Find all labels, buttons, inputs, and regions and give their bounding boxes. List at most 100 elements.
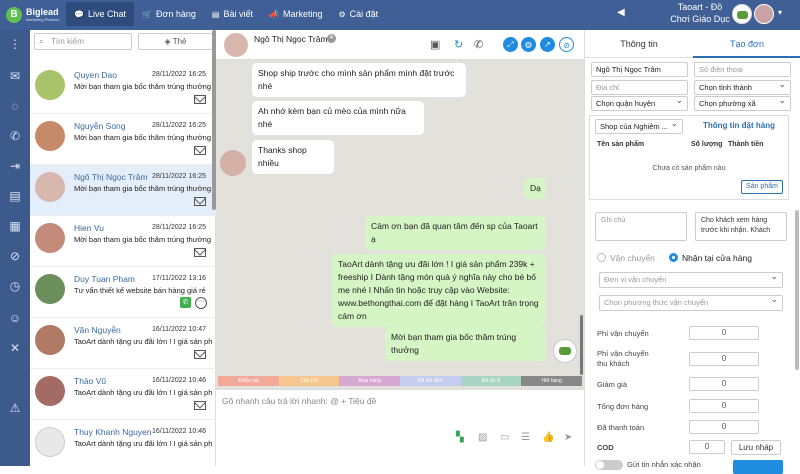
tab-create-order[interactable]: Tạo đơn xyxy=(693,30,800,58)
close-icon[interactable]: ✕ xyxy=(327,34,336,43)
quick-reply-icon[interactable]: ☰ xyxy=(521,432,530,443)
eye-off-icon[interactable]: ⊘ xyxy=(7,248,23,264)
nav-posts[interactable]: ▤ Bài viết xyxy=(204,2,261,26)
note-input[interactable]: Ghi chú xyxy=(595,212,687,241)
chat-contact-name: Ngô Thị Ngọc Trâm xyxy=(254,34,328,44)
clock-icon[interactable]: ◷ xyxy=(7,278,23,294)
list-icon[interactable]: ▤ xyxy=(7,188,23,204)
district-select[interactable]: Chọn quận huyện xyxy=(591,96,688,111)
more-vertical-icon[interactable]: ⋮ xyxy=(7,36,23,52)
customer-fee-input[interactable]: 0 xyxy=(689,352,759,366)
paid-input[interactable]: 0 xyxy=(689,420,759,434)
order-scrollbar[interactable] xyxy=(795,210,799,370)
message-out: Mời bạn tham gia bốc thăm trúng thưởng xyxy=(385,327,546,361)
address-field[interactable]: Địa chỉ xyxy=(591,80,688,95)
conversation-item[interactable]: Nguyễn Song 28/11/2022 16:25 Mời bạn tha… xyxy=(30,114,216,165)
customer-note-input[interactable]: Cho khách xem hàng trước khi nhận. Khách xyxy=(695,212,787,241)
ward-select[interactable]: Chọn phường xã xyxy=(694,96,791,111)
nav-live-chat[interactable]: 💬 Live Chat xyxy=(66,2,134,26)
nav-orders[interactable]: 🛒 Đơn hàng xyxy=(134,2,204,26)
tag-purchase[interactable]: Mua hàng xyxy=(339,376,401,386)
exit-icon[interactable]: ⇥ xyxy=(7,158,23,174)
search-input[interactable]: ⌕ Tìm kiếm xyxy=(34,33,132,50)
mail-icon[interactable]: ✉ xyxy=(7,68,23,84)
conversation-item[interactable]: Thuy Khanh Nguyen 16/11/2022 10:46 TaoAr… xyxy=(30,420,216,466)
create-order-button[interactable] xyxy=(733,460,783,474)
phone-field[interactable]: Số điện thoại xyxy=(694,62,791,77)
phone-icon[interactable]: ✆ xyxy=(7,128,23,144)
archive-icon[interactable]: ▦ xyxy=(7,218,23,234)
chat-header: Ngô Thị Ngọc Trâm ✕ ▣ ↻ ✆ ⤢ ◍ ↗ ⊘ xyxy=(216,30,584,60)
discount-input[interactable]: 0 xyxy=(689,377,759,391)
phone-icon[interactable]: ✆ xyxy=(474,38,483,51)
conversation-item[interactable]: Duy Tuan Pham 17/11/2022 13:16 Tư vấn th… xyxy=(30,267,216,318)
shipping-radio[interactable]: Vận chuyển xyxy=(597,253,655,263)
conversation-item[interactable]: Văn Nguyễn 16/11/2022 10:47 TaoArt dành … xyxy=(30,318,216,369)
contact-avatar[interactable] xyxy=(224,33,248,57)
contact-name: Thảo Vũ xyxy=(74,376,107,386)
message-input[interactable]: Gõ nhanh câu trả lời nhanh: @ + Tiêu đề xyxy=(216,389,584,466)
image-icon[interactable]: ▨ xyxy=(478,432,487,443)
app-logo[interactable]: B Biglead Marketing Platform xyxy=(6,6,66,24)
conversation-item[interactable]: Thảo Vũ 16/11/2022 10:46 TaoArt dành tặn… xyxy=(30,369,216,420)
nav-marketing[interactable]: 📣 Marketing xyxy=(261,2,330,26)
message-time: 28/11/2022 16:25 xyxy=(152,122,206,129)
tag-out-of-stock[interactable]: Hết hàng xyxy=(521,376,583,386)
comment-icon[interactable]: ▭ xyxy=(500,432,509,443)
conversation-item[interactable]: Hien Vu 28/11/2022 16:25 Mời bạn tham gi… xyxy=(30,216,216,267)
tag-ordered[interactable]: Đã lên đơn xyxy=(400,376,461,386)
contact-name: Ngô Thị Ngọc Trâm xyxy=(74,172,148,182)
total-input[interactable]: 0 xyxy=(689,399,759,413)
warning-icon[interactable]: ⚠ xyxy=(7,400,23,416)
shop-select[interactable]: Shop của Nghiêm ... xyxy=(595,119,683,134)
close-icon[interactable]: ✕ xyxy=(7,340,23,356)
phone-icon[interactable]: ✆ xyxy=(180,297,191,308)
customer-name-field[interactable]: Ngô Thị Ngọc Trâm xyxy=(591,62,688,77)
tag-filter-button[interactable]: ◈ Thẻ xyxy=(138,33,213,50)
users-icon[interactable]: ☺ xyxy=(7,310,23,326)
pickup-radio[interactable]: Nhận tại cửa hàng xyxy=(669,253,752,263)
pickup-label: Nhận tại cửa hàng xyxy=(682,253,752,263)
mail-icon xyxy=(194,146,206,155)
block-icon[interactable]: ⊘ xyxy=(559,37,574,52)
add-product-button[interactable]: Sản phẩm xyxy=(741,180,783,194)
province-select[interactable]: Chọn tỉnh thành xyxy=(694,80,791,95)
user-avatar[interactable] xyxy=(754,4,774,24)
empty-product-text: Chưa có sản phẩm nào xyxy=(652,165,726,172)
post-icon: ▤ xyxy=(211,9,220,19)
refresh-icon[interactable]: ↻ xyxy=(454,38,463,51)
flag-icon[interactable]: ◀ xyxy=(617,7,625,18)
shop-name[interactable]: Taoart - Đồ Chơi Giáo Dục xyxy=(670,1,730,25)
search-icon: ⌕ xyxy=(39,37,44,46)
tab-info[interactable]: Thông tin xyxy=(585,30,693,58)
messenger-icon[interactable]: ◍ xyxy=(521,37,536,52)
send-icon[interactable]: ➤ xyxy=(564,432,572,443)
tag-question[interactable]: Câu hỏi xyxy=(278,376,340,386)
top-bar: B Biglead Marketing Platform 💬 Live Chat … xyxy=(0,0,800,30)
conversation-item-active[interactable]: Ngô Thị Ngọc Trâm 28/11/2022 16:25 Mời b… xyxy=(30,165,216,216)
contact-name: Văn Nguyễn xyxy=(74,325,121,335)
confirm-toggle[interactable] xyxy=(595,460,623,470)
nav-settings[interactable]: ⚙ Cài đặt xyxy=(330,2,386,26)
translate-icon[interactable]: ▚ xyxy=(456,432,464,443)
ship-method-select[interactable]: Chọn phương thức vận chuyển xyxy=(599,295,783,311)
shop-logo[interactable] xyxy=(732,4,752,24)
message-in: Shop ship trước cho mình sản phẩm mình đ… xyxy=(252,63,466,97)
message-preview: Mời bạn tham gia bốc thăm trúng thưởng xyxy=(74,82,212,91)
chat-scrollbar[interactable] xyxy=(580,315,583,375)
more-icon[interactable]: ··· xyxy=(195,297,207,309)
fee-label: Phí vận chuyển xyxy=(597,329,649,338)
tag-complaint[interactable]: Khiếu nại xyxy=(218,376,279,386)
expand-icon[interactable]: ⤢ xyxy=(503,37,518,52)
cod-input[interactable]: 0 xyxy=(689,440,725,454)
share-icon[interactable]: ↗ xyxy=(540,37,555,52)
tag-processed[interactable]: Đã xử lý xyxy=(460,376,522,386)
chevron-down-icon[interactable]: ▾ xyxy=(778,8,782,17)
carrier-select[interactable]: Đơn vị vận chuyển xyxy=(599,272,783,288)
message-icon[interactable]: ◌ xyxy=(7,98,23,114)
conversation-item[interactable]: Quyen Dao 28/11/2022 16:25 Mời bạn tham … xyxy=(30,63,216,114)
save-draft-button[interactable]: Lưu nháp xyxy=(731,440,781,455)
fee-input[interactable]: 0 xyxy=(689,326,759,340)
contact-card-icon[interactable]: ▣ xyxy=(430,38,440,51)
like-icon[interactable]: 👍 xyxy=(542,432,554,443)
